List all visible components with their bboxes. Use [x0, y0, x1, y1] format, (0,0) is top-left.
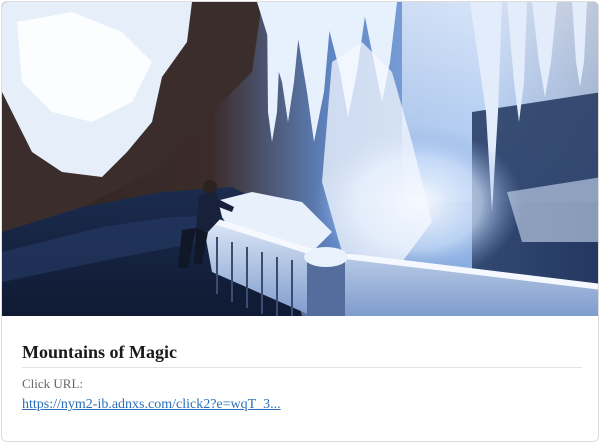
ad-caption: Mountains of Magic Click URL: https://ny…	[22, 340, 582, 414]
frozen-waterfall-image	[2, 2, 598, 316]
ad-title[interactable]: Mountains of Magic	[22, 340, 582, 368]
click-url-label: Click URL:	[22, 376, 84, 391]
ad-card: Mountains of Magic Click URL: https://ny…	[1, 1, 599, 442]
click-url-link[interactable]: https://nym2-ib.adnxs.com/click2?e=wqT_3…	[22, 396, 281, 414]
ad-image[interactable]	[2, 2, 598, 316]
